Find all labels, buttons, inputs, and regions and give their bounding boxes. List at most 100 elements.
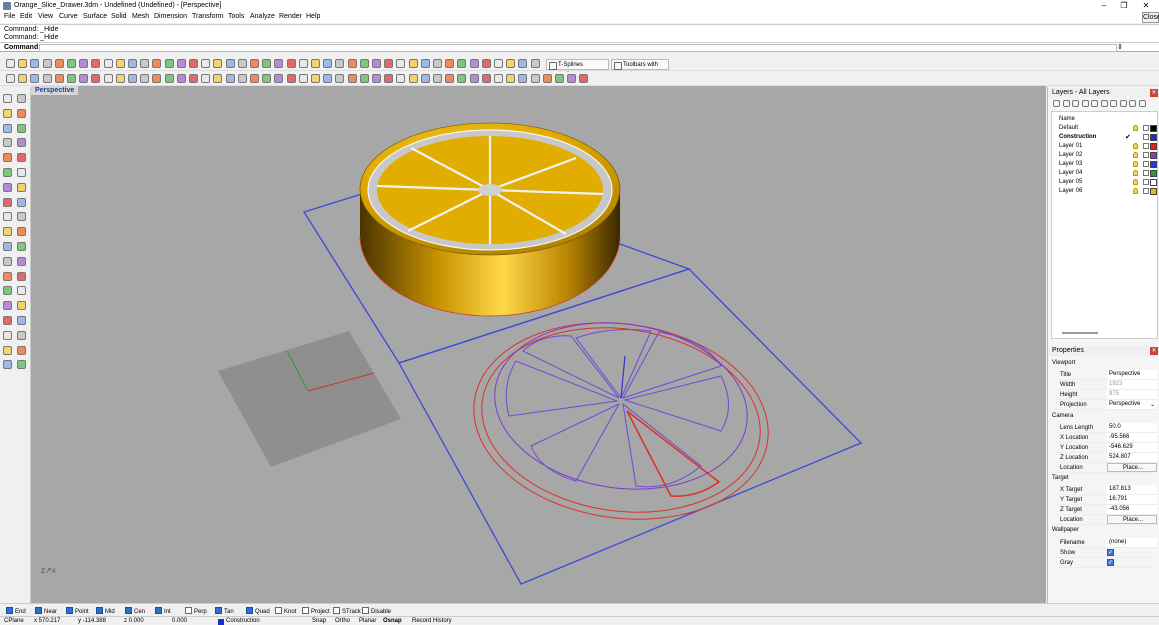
tsplines-tool-icon[interactable] bbox=[176, 74, 186, 83]
tsplines-tool-icon[interactable] bbox=[542, 74, 552, 83]
side-tool-icon[interactable] bbox=[3, 227, 12, 237]
standard-tool-icon[interactable] bbox=[335, 59, 345, 68]
layer-visibility-bulb-icon[interactable] bbox=[1133, 152, 1138, 158]
tsplines-tool-icon[interactable] bbox=[384, 74, 394, 83]
layer-color-swatch[interactable] bbox=[1150, 125, 1157, 132]
tsplines-tool-icon[interactable] bbox=[18, 74, 28, 83]
standard-tool-icon[interactable] bbox=[384, 59, 394, 68]
side-tool-icon[interactable] bbox=[3, 94, 12, 103]
osnap-checkbox[interactable] bbox=[96, 607, 103, 614]
property-value[interactable]: -95.566 bbox=[1107, 433, 1157, 442]
side-tool-icon[interactable] bbox=[3, 212, 12, 222]
planar-toggle[interactable]: Planar bbox=[359, 618, 376, 624]
tsplines-tool-icon[interactable] bbox=[164, 74, 174, 83]
tsplines-tool-icon[interactable] bbox=[420, 74, 430, 83]
standard-tool-icon[interactable] bbox=[201, 59, 211, 68]
layer-lock-icon[interactable] bbox=[1143, 170, 1149, 176]
tsplines-tool-icon[interactable] bbox=[79, 74, 89, 83]
osnap-perp[interactable]: Perp bbox=[185, 607, 207, 615]
standard-tool-icon[interactable] bbox=[189, 59, 198, 68]
standard-tool-icon[interactable] bbox=[213, 59, 223, 68]
side-tool-icon[interactable] bbox=[3, 345, 12, 355]
tsplines-tool-icon[interactable] bbox=[140, 74, 150, 83]
side-tool-icon[interactable] bbox=[17, 153, 26, 163]
layer-tool-icon[interactable] bbox=[1100, 100, 1108, 107]
standard-tool-icon[interactable] bbox=[79, 59, 89, 68]
layer-row[interactable]: Construction ✔ bbox=[1057, 133, 1157, 142]
property-value[interactable]: -546.629 bbox=[1107, 443, 1157, 452]
tsplines-tool-icon[interactable] bbox=[445, 74, 455, 83]
layer-visibility-bulb-icon[interactable] bbox=[1133, 188, 1138, 194]
layer-tool-icon[interactable] bbox=[1119, 100, 1127, 107]
side-tool-icon[interactable] bbox=[3, 108, 12, 118]
tsplines-tool-icon[interactable] bbox=[6, 74, 15, 83]
maximize-button[interactable]: ❐ bbox=[1113, 0, 1135, 12]
tsplines-tool-icon[interactable] bbox=[408, 74, 418, 83]
standard-tool-icon[interactable] bbox=[128, 59, 137, 68]
tsplines-tool-icon[interactable] bbox=[567, 74, 577, 83]
layer-tool-icon[interactable] bbox=[1129, 100, 1136, 107]
layer-visibility-bulb-icon[interactable] bbox=[1133, 179, 1138, 185]
standard-tool-icon[interactable] bbox=[420, 59, 430, 68]
standard-tool-icon[interactable] bbox=[274, 59, 284, 68]
side-tool-icon[interactable] bbox=[3, 138, 12, 148]
layer-lock-icon[interactable] bbox=[1143, 161, 1149, 167]
property-value[interactable]: 50.0 bbox=[1107, 423, 1157, 432]
osnap-checkbox[interactable] bbox=[66, 607, 73, 614]
standard-tool-icon[interactable] bbox=[445, 59, 455, 68]
standard-tool-icon[interactable] bbox=[311, 59, 320, 68]
ortho-toggle[interactable]: Ortho bbox=[335, 618, 350, 624]
property-value[interactable]: -43.056 bbox=[1107, 505, 1157, 514]
layer-tool-icon[interactable] bbox=[1062, 100, 1070, 107]
tsplines-tool-icon[interactable] bbox=[213, 74, 223, 83]
tsplines-tool-icon[interactable] bbox=[286, 74, 296, 83]
property-value[interactable]: 187.813 bbox=[1107, 485, 1157, 494]
tsplines-tool-icon[interactable] bbox=[237, 74, 247, 83]
standard-tool-icon[interactable] bbox=[115, 59, 125, 68]
layer-row[interactable]: Layer 02 bbox=[1057, 151, 1157, 160]
tsplines-tool-icon[interactable] bbox=[103, 74, 113, 83]
standard-tool-icon[interactable] bbox=[469, 59, 479, 68]
tsplines-tool-icon[interactable] bbox=[298, 74, 308, 83]
side-tool-icon[interactable] bbox=[17, 138, 26, 148]
side-tool-icon[interactable] bbox=[17, 316, 26, 325]
side-tool-icon[interactable] bbox=[17, 301, 26, 311]
side-tool-icon[interactable] bbox=[3, 168, 12, 177]
layer-tool-icon[interactable] bbox=[1110, 100, 1117, 107]
osnap-near[interactable]: Near bbox=[35, 607, 57, 615]
menu-dimension[interactable]: Dimension bbox=[154, 13, 187, 20]
side-tool-icon[interactable] bbox=[3, 123, 12, 133]
osnap-checkbox[interactable] bbox=[215, 607, 222, 614]
osnap-checkbox[interactable] bbox=[6, 607, 13, 614]
layer-color-swatch[interactable] bbox=[1150, 170, 1157, 177]
tsplines-tool-icon[interactable] bbox=[115, 74, 125, 83]
menu-file[interactable]: File bbox=[4, 13, 15, 20]
side-tool-icon[interactable] bbox=[17, 330, 26, 340]
tsplines-tool-icon[interactable] bbox=[91, 74, 101, 83]
standard-tool-icon[interactable] bbox=[506, 59, 516, 68]
tsplines-tool-icon[interactable] bbox=[67, 74, 76, 83]
layer-lock-icon[interactable] bbox=[1143, 152, 1149, 158]
tsplines-tool-icon[interactable] bbox=[469, 74, 479, 83]
osnap-int[interactable]: Int bbox=[155, 607, 171, 615]
side-tool-icon[interactable] bbox=[3, 286, 12, 296]
standard-tool-icon[interactable] bbox=[54, 59, 64, 68]
layer-row[interactable]: Layer 04 bbox=[1057, 169, 1157, 178]
osnap-mid[interactable]: Mid bbox=[96, 607, 115, 615]
side-tool-icon[interactable] bbox=[3, 153, 12, 163]
tsplines-tool-icon[interactable] bbox=[530, 74, 540, 83]
osnap-checkbox[interactable] bbox=[155, 607, 162, 614]
layer-color-swatch[interactable] bbox=[1150, 134, 1157, 141]
osnap-tan[interactable]: Tan bbox=[215, 607, 234, 615]
standard-tool-icon[interactable] bbox=[237, 59, 247, 68]
layer-visibility-bulb-icon[interactable] bbox=[1133, 125, 1138, 131]
tsplines-tool-icon[interactable] bbox=[372, 74, 381, 83]
side-tool-icon[interactable] bbox=[3, 242, 12, 251]
standard-tool-icon[interactable] bbox=[42, 59, 52, 68]
standard-tool-icon[interactable] bbox=[30, 59, 40, 68]
osnap-checkbox[interactable] bbox=[246, 607, 253, 614]
standard-tool-icon[interactable] bbox=[176, 59, 186, 68]
standard-tool-icon[interactable] bbox=[164, 59, 174, 68]
snap-toggle[interactable]: Snap bbox=[312, 618, 326, 624]
standard-tool-icon[interactable] bbox=[481, 59, 491, 68]
